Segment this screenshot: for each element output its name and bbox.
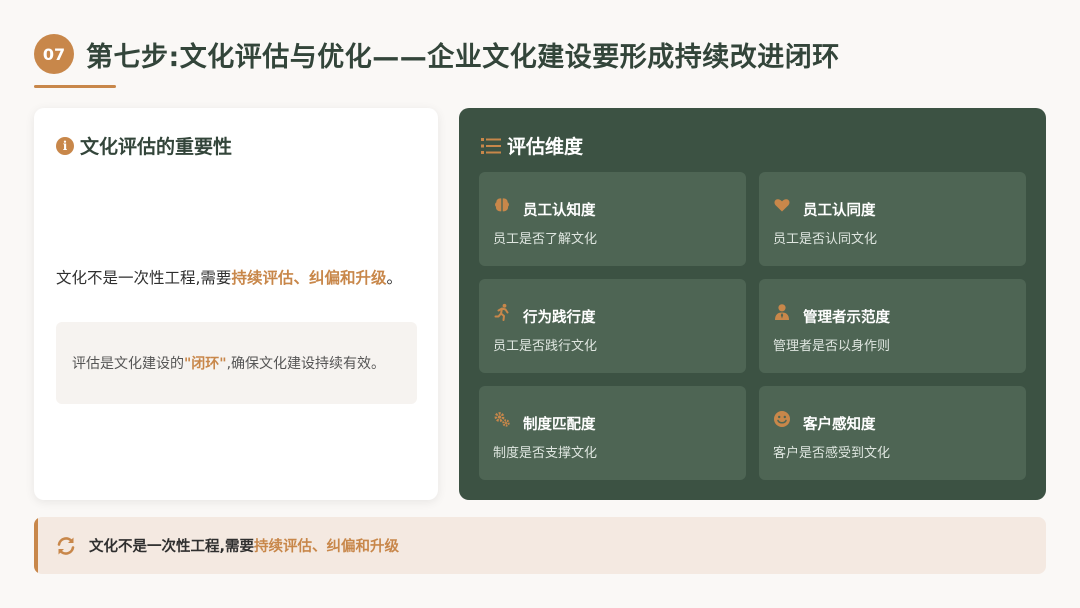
quote-box: 评估是文化建设的"闭环",确保文化建设持续有效。 — [56, 322, 417, 404]
dimension-title: 员工认知度 — [523, 203, 596, 219]
title-underline — [34, 85, 116, 88]
dimension-title: 行为践行度 — [523, 310, 596, 326]
dimension-title: 制度匹配度 — [523, 417, 596, 433]
dimension-desc: 管理者是否以身作则 — [773, 339, 891, 354]
step-number-badge: 07 — [34, 34, 74, 74]
dimension-desc: 客户是否感受到文化 — [773, 446, 891, 461]
footer-accent-bar — [34, 517, 38, 574]
gears-icon — [494, 412, 510, 427]
quote-suffix: ,确保文化建设持续有效。 — [226, 356, 386, 372]
dimensions-panel: 评估维度 员工认知度 员工是否了解文化 员工认同度 员工是否认同文化 行为践行度… — [459, 108, 1046, 500]
footer-text-prefix: 文化不是一次性工程,需要 — [89, 539, 255, 555]
importance-lead-text: 文化不是一次性工程,需要持续评估、纠偏和升级。 — [56, 266, 402, 288]
dimension-desc: 员工是否了解文化 — [493, 232, 598, 247]
footer-text: 文化不是一次性工程,需要持续评估、纠偏和升级 — [89, 535, 399, 556]
dimensions-heading-text: 评估维度 — [507, 136, 584, 158]
footer-text-accent: 持续评估、纠偏和升级 — [254, 539, 400, 555]
smile-icon — [774, 411, 790, 427]
quote-prefix: 评估是文化建设的 — [72, 356, 184, 372]
dimension-title: 管理者示范度 — [803, 310, 890, 326]
list-icon — [481, 137, 501, 154]
importance-heading: i 文化评估的重要性 — [56, 132, 232, 159]
dimensions-grid: 员工认知度 员工是否了解文化 员工认同度 员工是否认同文化 行为践行度 员工是否… — [479, 172, 1026, 480]
dimension-card-practice: 行为践行度 员工是否践行文化 — [479, 279, 746, 373]
dimension-card-awareness: 员工认知度 员工是否了解文化 — [479, 172, 746, 266]
dimension-card-leadership: 管理者示范度 管理者是否以身作则 — [759, 279, 1026, 373]
heart-icon — [774, 199, 790, 212]
manager-icon — [775, 304, 789, 320]
page-header: 07 第七步:文化评估与优化——企业文化建设要形成持续改进闭环 — [34, 34, 840, 74]
dimension-desc: 员工是否践行文化 — [493, 339, 598, 354]
importance-heading-text: 文化评估的重要性 — [80, 136, 233, 158]
dimension-desc: 员工是否认同文化 — [773, 232, 878, 247]
quote-accent: "闭环" — [184, 356, 227, 372]
info-icon: i — [56, 136, 74, 155]
running-person-icon — [494, 303, 509, 321]
dimension-card-system: 制度匹配度 制度是否支撑文化 — [479, 386, 746, 480]
page-title: 第七步:文化评估与优化——企业文化建设要形成持续改进闭环 — [86, 41, 840, 73]
dimension-title: 员工认同度 — [803, 203, 876, 219]
dimensions-heading: 评估维度 — [481, 132, 583, 159]
brain-icon — [495, 198, 509, 212]
lead-accent: 持续评估、纠偏和升级 — [231, 269, 387, 287]
dimension-card-customer: 客户感知度 客户是否感受到文化 — [759, 386, 1026, 480]
dimension-desc: 制度是否支撑文化 — [493, 446, 598, 461]
refresh-icon — [57, 536, 75, 555]
summary-footer: 文化不是一次性工程,需要持续评估、纠偏和升级 — [34, 517, 1046, 574]
quote-text: 评估是文化建设的"闭环",确保文化建设持续有效。 — [72, 353, 385, 373]
lead-prefix: 文化不是一次性工程,需要 — [56, 269, 232, 287]
lead-suffix: 。 — [386, 269, 402, 287]
dimension-title: 客户感知度 — [803, 417, 876, 433]
dimension-card-identification: 员工认同度 员工是否认同文化 — [759, 172, 1026, 266]
importance-card: i 文化评估的重要性 文化不是一次性工程,需要持续评估、纠偏和升级。 评估是文化… — [34, 108, 438, 500]
